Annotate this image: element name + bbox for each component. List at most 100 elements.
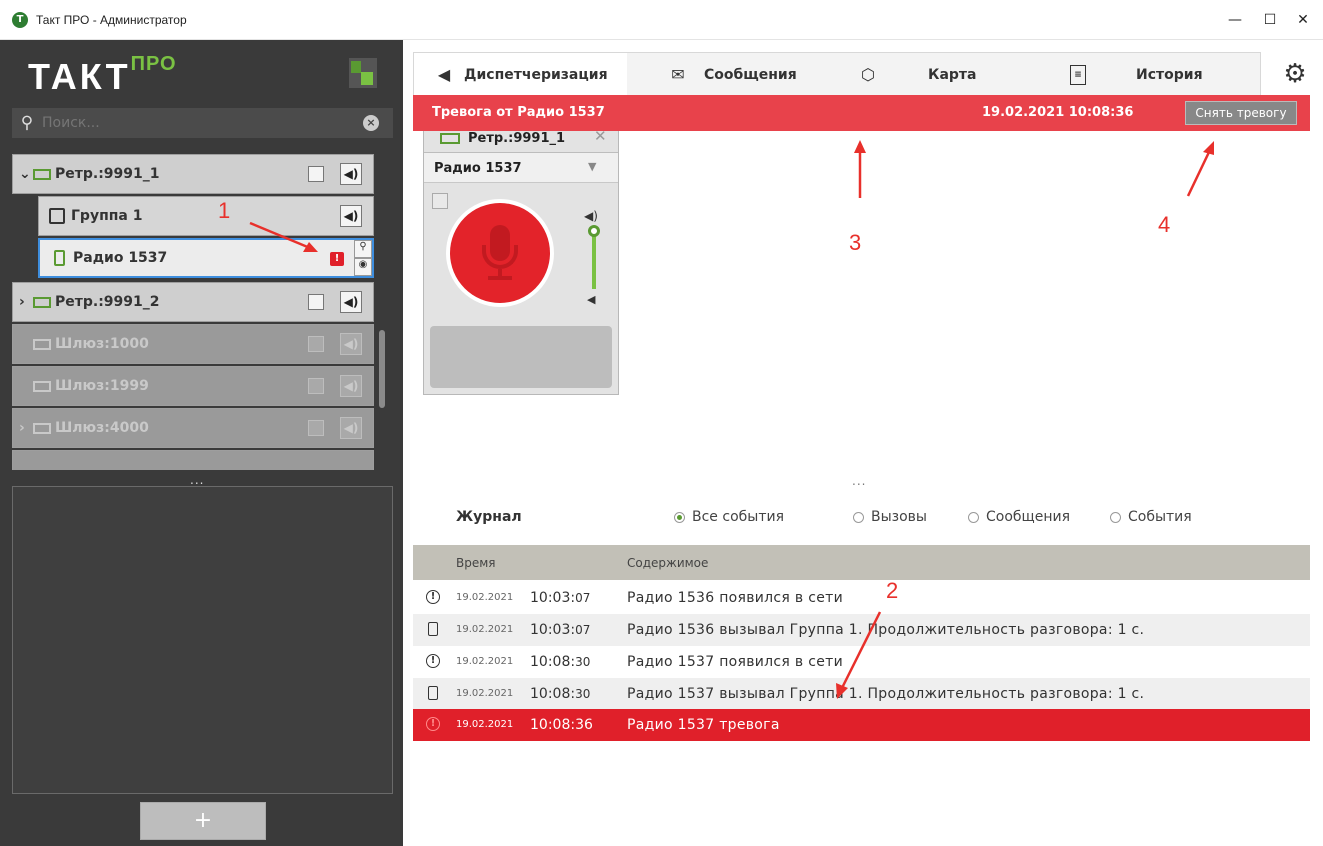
speaker-icon[interactable]: ◀) — [340, 333, 362, 355]
table-row[interactable]: 19.02.2021 10:03:07 Радио 1536 вызывал Г… — [413, 614, 1310, 646]
secondary-list-panel — [12, 486, 393, 794]
alarm-icon: ! — [426, 717, 440, 731]
radio-icon — [853, 511, 864, 523]
node-checkbox[interactable] — [308, 378, 324, 394]
annotation-3: 3 — [849, 230, 862, 255]
app-logo-icon: Т — [12, 11, 28, 28]
tree-node-gateway-4000[interactable]: › Шлюз:4000 ◀) — [12, 408, 374, 448]
radio-icon — [1110, 511, 1121, 523]
repeater-icon — [440, 133, 460, 144]
journal-title: Журнал — [456, 509, 522, 525]
annotation-2: 2 — [886, 578, 899, 603]
alarm-badge: ! — [330, 252, 344, 266]
info-icon: ! — [426, 654, 440, 668]
volume-slider-handle[interactable] — [588, 225, 600, 237]
alarm-notification-bar: Тревога от Радио 1537 19.02.2021 10:08:3… — [413, 95, 1310, 131]
panel-splitter[interactable]: ... — [190, 473, 204, 487]
tree-node-label: Ретр.:9991_2 — [55, 294, 160, 310]
close-window-button[interactable]: ✕ — [1288, 8, 1318, 32]
maximize-button[interactable]: ☐ — [1255, 8, 1285, 32]
tree-node-group-1[interactable]: Группа 1 ◀) — [38, 196, 374, 236]
tree-node-gateway-1999[interactable]: Шлюз:1999 ◀) — [12, 366, 374, 406]
tree-scrollbar[interactable] — [379, 330, 385, 408]
group-icon — [49, 208, 65, 224]
annotation-4: 4 — [1158, 212, 1171, 237]
filter-all-events[interactable]: Все события — [674, 509, 784, 525]
dismiss-alarm-button[interactable]: Снять тревогу — [1185, 101, 1297, 125]
ptt-button[interactable] — [446, 199, 554, 307]
volume-down-icon: ◀ — [587, 293, 596, 306]
tree-node-partial[interactable] — [12, 450, 374, 470]
chevron-down-icon[interactable]: ⌄ — [19, 166, 33, 182]
chevron-down-icon: ▼ — [588, 160, 597, 173]
table-row[interactable]: ! 19.02.2021 10:08:30 Радио 1537 появилс… — [413, 646, 1310, 678]
column-content[interactable]: Содержимое — [627, 556, 708, 570]
chevron-right-icon[interactable]: › — [19, 420, 33, 436]
speaker-icon[interactable]: ◀) — [340, 291, 362, 313]
table-row[interactable]: ! 19.02.2021 10:03:07 Радио 1536 появилс… — [413, 582, 1310, 614]
eye-icon[interactable]: ◉ — [354, 258, 372, 276]
search-input[interactable] — [42, 115, 363, 131]
document-icon: ≡ — [1070, 65, 1086, 85]
card-footer-area — [430, 326, 612, 388]
device-tree: ⌄ Ретр.:9991_1 ◀) Группа 1 ◀) Радио 1537… — [12, 154, 393, 470]
filter-messages[interactable]: Сообщения — [968, 509, 1070, 525]
tab-history[interactable]: ≡ История — [1070, 53, 1260, 97]
tree-node-label: Группа 1 — [71, 208, 143, 224]
table-row-alarm[interactable]: ! 19.02.2021 10:08:36 Радио 1537 тревога — [413, 709, 1310, 741]
envelope-icon: ✉ — [671, 65, 685, 84]
column-time[interactable]: Время — [456, 556, 496, 570]
volume-up-icon: ◀) — [584, 209, 598, 223]
minimize-button[interactable]: — — [1220, 8, 1250, 32]
repeater-icon — [33, 168, 51, 180]
tree-node-retr-9991-2[interactable]: › Ретр.:9991_2 ◀) — [12, 282, 374, 322]
tree-node-label: Шлюз:1999 — [55, 378, 149, 394]
location-icon[interactable]: ⚲ — [354, 240, 372, 258]
search-icon: ⚲ — [20, 113, 34, 133]
radio-icon — [968, 511, 979, 523]
tree-node-label: Радио 1537 — [73, 250, 168, 266]
speaker-icon[interactable]: ◀) — [340, 375, 362, 397]
alarm-time: 19.02.2021 10:08:36 — [982, 105, 1134, 120]
speaker-icon[interactable]: ◀) — [340, 163, 362, 185]
radio-device-icon — [428, 622, 438, 636]
radio-select[interactable]: Радио 1537 ▼ — [424, 153, 618, 183]
card-title: Ретр.:9991_1 — [468, 131, 566, 146]
tree-node-gateway-1000[interactable]: Шлюз:1000 ◀) — [12, 324, 374, 364]
panel-splitter[interactable]: ... — [852, 474, 866, 488]
tab-dispatch[interactable]: ◀ Диспетчеризация — [414, 53, 627, 97]
filter-events[interactable]: События — [1110, 509, 1192, 525]
tree-node-label: Ретр.:9991_1 — [55, 166, 160, 182]
node-checkbox[interactable] — [308, 294, 324, 310]
gear-icon[interactable]: ⚙ — [1281, 60, 1309, 88]
clear-search-icon[interactable]: × — [363, 115, 379, 131]
gateway-icon — [33, 338, 51, 350]
add-button[interactable]: + — [140, 802, 266, 840]
speaker-icon[interactable]: ◀) — [340, 205, 362, 227]
card-checkbox[interactable] — [432, 193, 448, 209]
window-title: Такт ПРО - Администратор — [36, 12, 187, 27]
volume-slider[interactable] — [592, 229, 596, 289]
tab-messages[interactable]: ✉ Сообщения — [668, 53, 848, 97]
tab-map[interactable]: ⬡ Карта — [858, 53, 1038, 97]
left-panel: ТАКТПРО ⚲ × ⌄ Ретр.:9991_1 ◀) Группа 1 ◀… — [0, 40, 403, 846]
device-status-icon[interactable] — [349, 58, 377, 88]
table-row[interactable]: 19.02.2021 10:08:30 Радио 1537 вызывал Г… — [413, 678, 1310, 710]
node-checkbox[interactable] — [308, 336, 324, 352]
radio-icon — [54, 250, 65, 266]
tree-node-retr-9991-1[interactable]: ⌄ Ретр.:9991_1 ◀) — [12, 154, 374, 194]
dispatch-card: Ретр.:9991_1 ✕ Радио 1537 ▼ ◀) ◀ — [423, 112, 619, 395]
gateway-icon — [33, 422, 51, 434]
chevron-right-icon[interactable]: › — [19, 294, 33, 310]
tree-node-label: Шлюз:4000 — [55, 420, 149, 436]
map-icon: ⬡ — [861, 65, 875, 84]
node-checkbox[interactable] — [308, 166, 324, 182]
tree-node-label: Шлюз:1000 — [55, 336, 149, 352]
dispatch-icon: ◀ — [437, 65, 451, 84]
node-checkbox[interactable] — [308, 420, 324, 436]
annotation-1: 1 — [218, 198, 231, 223]
filter-calls[interactable]: Вызовы — [853, 509, 927, 525]
speaker-icon[interactable]: ◀) — [340, 417, 362, 439]
tree-node-radio-1537[interactable]: Радио 1537 ! ⚲ ◉ — [38, 238, 374, 278]
window-titlebar: Т Такт ПРО - Администратор — ☐ ✕ — [0, 0, 1323, 40]
